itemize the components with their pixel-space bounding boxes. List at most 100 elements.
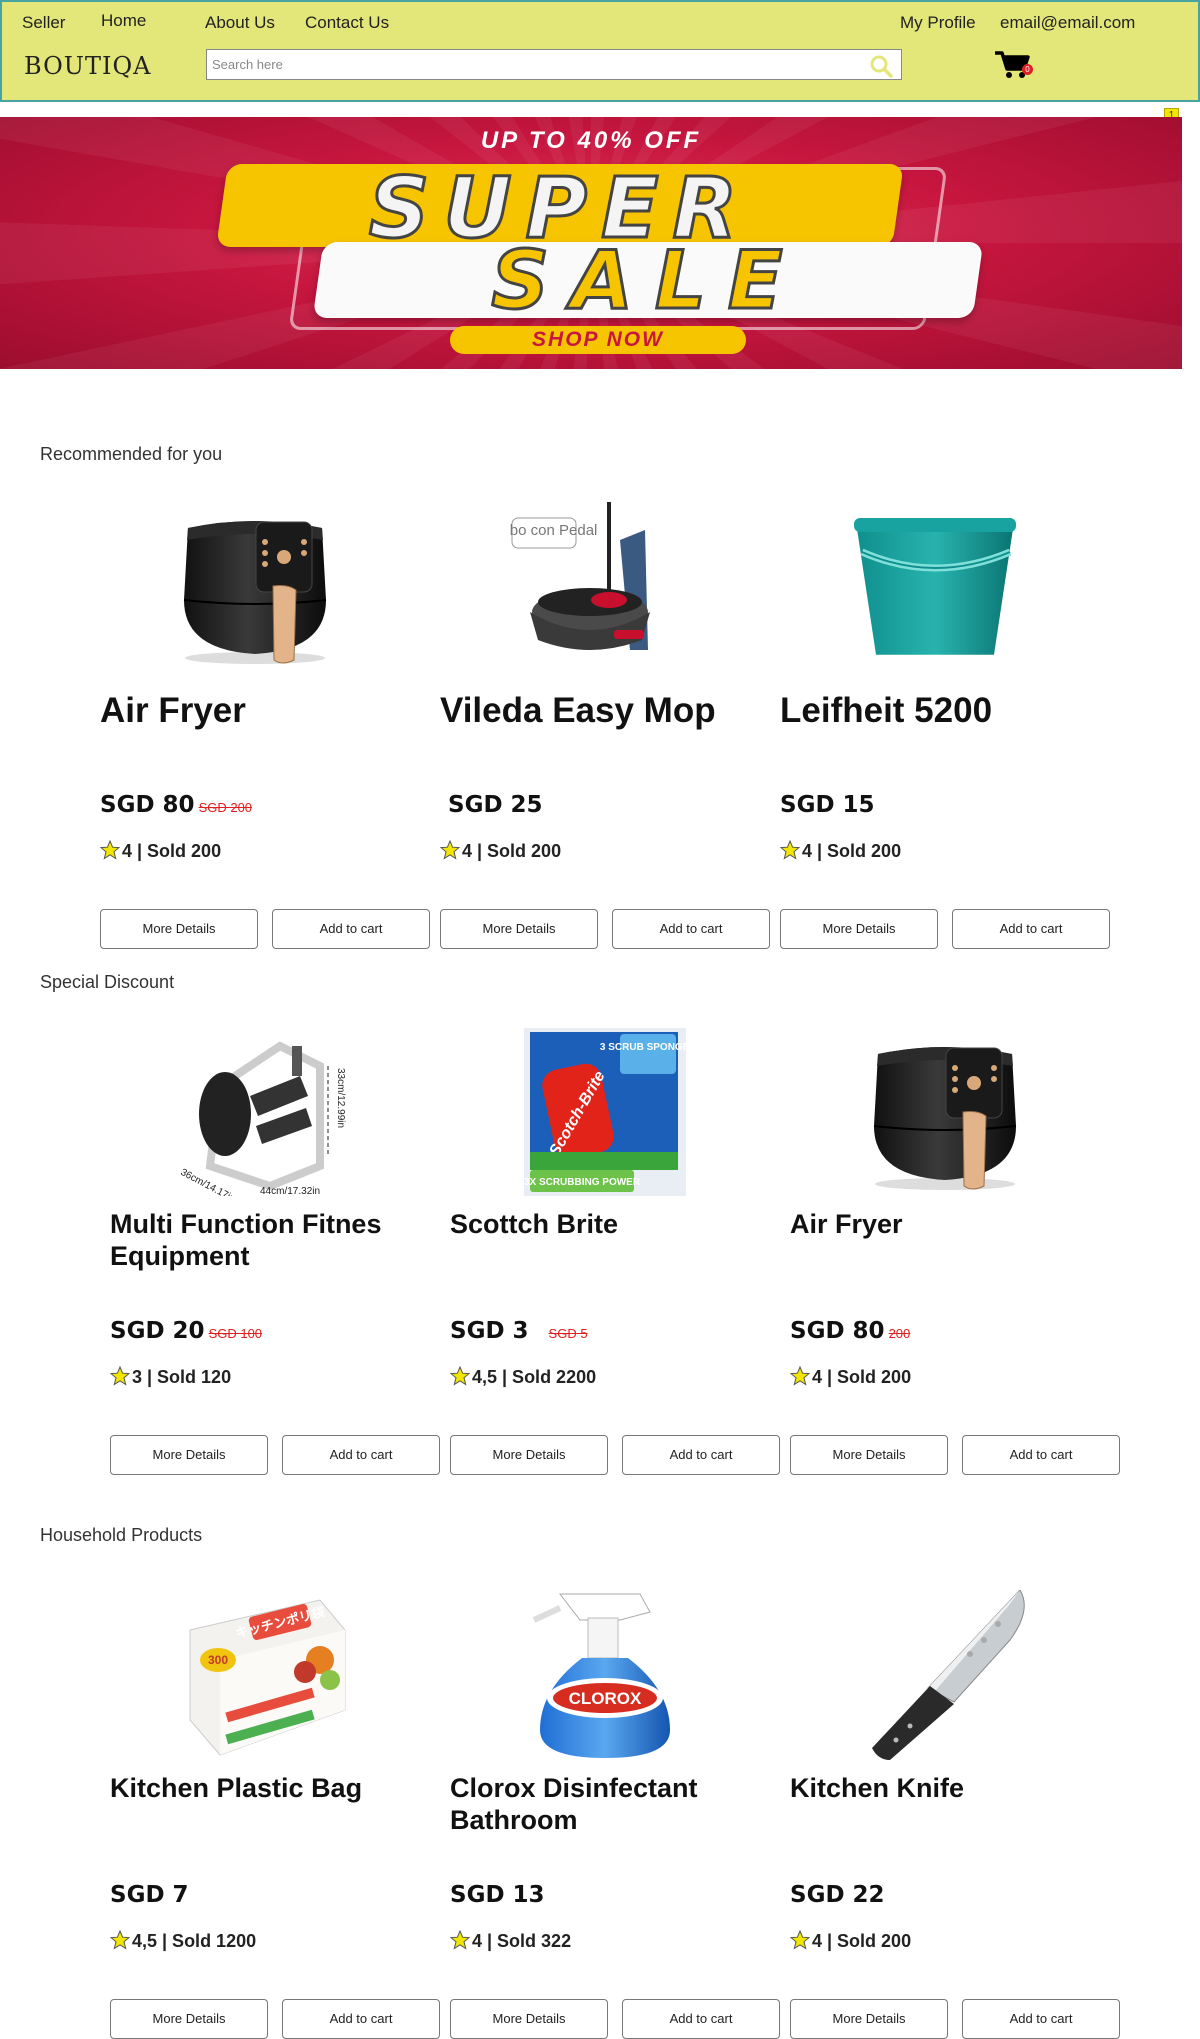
original-price: SGD 100	[208, 1326, 263, 1341]
product-price: SGD 20 SGD 100	[110, 1318, 262, 1344]
sponge-count-label: 3 SCRUB SPONGES	[600, 1042, 690, 1053]
nav-about-link[interactable]: About Us	[205, 13, 275, 33]
product-rating: 4 | Sold 200	[100, 840, 221, 862]
banner-discount-text: UP TO 40% OFF	[480, 127, 702, 154]
product-name[interactable]: Vileda Easy Mop	[440, 691, 770, 732]
mop-box-label: Cubo con Pedal	[510, 522, 597, 539]
current-price: SGD 15	[780, 792, 875, 818]
rating-sold-text: 4 | Sold 200	[812, 1931, 912, 1951]
product-rating: 4 | Sold 200	[440, 840, 561, 862]
rating-sold-text: 4 | Sold 322	[472, 1931, 572, 1951]
more-details-button[interactable]: More Details	[110, 1999, 268, 2039]
spin-mop-icon[interactable]: Cubo con Pedal	[510, 500, 680, 670]
search-bar	[206, 49, 902, 80]
star-icon	[100, 840, 120, 860]
product-name[interactable]: Kitchen Plastic Bag	[110, 1773, 440, 1805]
product-name[interactable]: Scottch Brite	[450, 1209, 780, 1241]
my-profile-link[interactable]: My Profile	[900, 13, 976, 33]
product-name[interactable]: Clorox Disinfectant Bathroom	[450, 1773, 780, 1836]
super-sale-banner[interactable]: UP TO 40% OFF SUPER SALE SHOP NOW	[0, 117, 1182, 369]
nav-contact-link[interactable]: Contact Us	[305, 13, 389, 33]
search-icon[interactable]	[869, 54, 893, 78]
shopping-cart-button[interactable]: 0	[994, 50, 1033, 80]
spray-bottle-icon[interactable]: CLOROX	[520, 1590, 690, 1760]
current-price: SGD 3	[450, 1318, 529, 1344]
current-price: SGD 80	[790, 1318, 885, 1344]
original-price: 200	[888, 1326, 911, 1341]
rating-sold-text: 3 | Sold 120	[132, 1367, 232, 1387]
stepper-height-label: 33cm/12.99in	[335, 1068, 346, 1128]
product-rating: 4 | Sold 200	[790, 1930, 911, 1952]
product-rating: 4 | Sold 200	[790, 1366, 911, 1388]
more-details-button[interactable]: More Details	[100, 909, 258, 949]
star-icon	[780, 840, 800, 860]
nav-home-link[interactable]: Home	[101, 11, 146, 31]
cart-count-badge: 0	[1022, 64, 1033, 75]
product-price: SGD 80 SGD 200	[100, 792, 252, 818]
section-title-household: Household Products	[40, 1525, 203, 1545]
product-name[interactable]: Air Fryer	[790, 1209, 1120, 1241]
original-price: SGD 5	[548, 1326, 588, 1341]
product-name[interactable]: Air Fryer	[100, 691, 430, 732]
product-price: SGD 3 SGD 5	[450, 1318, 588, 1344]
current-price: SGD 80	[100, 792, 195, 818]
rating-sold-text: 4,5 | Sold 1200	[132, 1931, 257, 1951]
top-header: Seller Home About Us Contact Us My Profi…	[0, 0, 1200, 102]
current-price: SGD 7	[110, 1882, 189, 1908]
product-price: SGD 25	[448, 792, 543, 818]
more-details-button[interactable]: More Details	[790, 1435, 948, 1475]
current-price: SGD 22	[790, 1882, 885, 1908]
rating-sold-text: 4 | Sold 200	[802, 841, 902, 861]
banner-sale-text: SALE	[490, 233, 805, 329]
sponge-pack-icon[interactable]: 3 SCRUB SPONGES Scotch-Brite 3X SCRUBBIN…	[520, 1026, 690, 1196]
product-price: SGD 22	[790, 1882, 885, 1908]
product-rating: 4,5 | Sold 1200	[110, 1930, 256, 1952]
stepper-icon[interactable]: 33cm/12.99in 36cm/14.17in 44cm/17.32in	[180, 1026, 350, 1196]
product-rating: 4,5 | Sold 2200	[450, 1366, 596, 1388]
current-price: SGD 20	[110, 1318, 205, 1344]
add-to-cart-button[interactable]: Add to cart	[962, 1435, 1120, 1475]
account-email-link[interactable]: email@email.com	[1000, 13, 1135, 33]
add-to-cart-button[interactable]: Add to cart	[962, 1999, 1120, 2039]
more-details-button[interactable]: More Details	[450, 1999, 608, 2039]
air-fryer-icon[interactable]	[170, 500, 340, 670]
more-details-button[interactable]: More Details	[450, 1435, 608, 1475]
product-name[interactable]: Multi Function Fitnes Equipment	[110, 1209, 440, 1272]
clorox-brand-label: CLOROX	[569, 1689, 642, 1708]
product-rating: 4 | Sold 200	[780, 840, 901, 862]
star-icon	[790, 1366, 810, 1386]
add-to-cart-button[interactable]: Add to cart	[952, 909, 1110, 949]
plastic-bag-box-icon[interactable]: キッチンポリ袋 300	[180, 1590, 350, 1760]
product-name[interactable]: Leifheit 5200	[780, 691, 1110, 732]
add-to-cart-button[interactable]: Add to cart	[612, 909, 770, 949]
stepper-width-label: 44cm/17.32in	[260, 1186, 320, 1196]
add-to-cart-button[interactable]: Add to cart	[622, 1999, 780, 2039]
more-details-button[interactable]: More Details	[110, 1435, 268, 1475]
bucket-icon[interactable]	[850, 500, 1020, 670]
search-input[interactable]	[207, 50, 847, 79]
product-rating: 3 | Sold 120	[110, 1366, 231, 1388]
add-to-cart-button[interactable]: Add to cart	[622, 1435, 780, 1475]
product-price: SGD 80 200	[790, 1318, 910, 1344]
shop-now-button[interactable]: SHOP NOW	[450, 326, 746, 354]
more-details-button[interactable]: More Details	[440, 909, 598, 949]
section-title-recommended: Recommended for you	[40, 444, 223, 464]
nav-seller-link[interactable]: Seller	[22, 13, 65, 33]
product-price: SGD 13	[450, 1882, 545, 1908]
product-rating: 4 | Sold 322	[450, 1930, 571, 1952]
more-details-button[interactable]: More Details	[790, 1999, 948, 2039]
product-name[interactable]: Kitchen Knife	[790, 1773, 1120, 1805]
current-price: SGD 13	[450, 1882, 545, 1908]
sponge-power-label: 3X SCRUBBING POWER	[524, 1177, 641, 1188]
boutiqa-logo[interactable]: BOUTIQA	[24, 52, 151, 80]
add-to-cart-button[interactable]: Add to cart	[282, 1435, 440, 1475]
knife-icon[interactable]	[860, 1590, 1030, 1760]
section-title-special-discount: Special Discount	[40, 972, 175, 992]
star-icon	[440, 840, 460, 860]
star-icon	[110, 1366, 130, 1386]
star-icon	[450, 1366, 470, 1386]
more-details-button[interactable]: More Details	[780, 909, 938, 949]
air-fryer-icon[interactable]	[860, 1026, 1030, 1196]
add-to-cart-button[interactable]: Add to cart	[272, 909, 430, 949]
add-to-cart-button[interactable]: Add to cart	[282, 1999, 440, 2039]
